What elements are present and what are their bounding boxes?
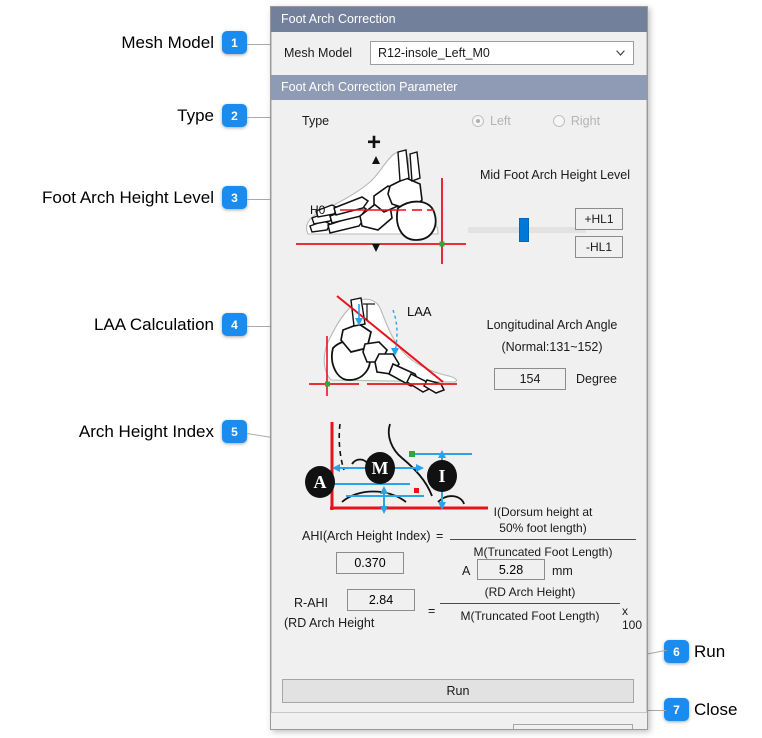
mesh-model-combobox[interactable]: R12-insole_Left_M0: [370, 41, 634, 65]
parameter-group-title: Foot Arch Correction Parameter: [281, 80, 458, 94]
dialog-footer: Close: [271, 713, 647, 729]
rahi-fraction-bar: [440, 603, 620, 604]
rahi-equals-sign: =: [428, 604, 436, 618]
type-label: Type: [302, 114, 330, 128]
arch-height-index-section: A M I AHI(Arch Height Index) = 0.370 I(D…: [272, 416, 646, 666]
rahi-multiplier: x 100: [622, 604, 643, 632]
ahi-numerator-line1: I(Dorsum height at: [493, 505, 593, 519]
callout-badge-6: 6: [664, 640, 689, 663]
callout-label-1: Mesh Model: [121, 33, 214, 52]
callout-badge-1: 1: [222, 31, 247, 54]
svg-text:_: _: [366, 247, 381, 270]
mesh-model-row: Mesh Model R12-insole_Left_M0: [271, 32, 647, 75]
type-row: Type Left Right: [272, 100, 646, 134]
callout-badge-4: 4: [222, 313, 247, 336]
rahi-value-field[interactable]: 2.84: [347, 589, 415, 611]
callout-label-3: Foot Arch Height Level: [42, 188, 214, 207]
run-button[interactable]: Run: [282, 679, 634, 703]
slider-handle[interactable]: [519, 218, 529, 242]
arch-height-index-figure: A M I: [305, 422, 488, 514]
radio-right[interactable]: Right: [552, 114, 601, 128]
svg-text:H0: H0: [310, 203, 326, 217]
radio-right-label: Right: [570, 114, 601, 128]
rahi-a-unit: mm: [552, 564, 573, 578]
increase-hl-button[interactable]: +HL1: [575, 208, 623, 230]
ahi-fraction: I(Dorsum height at 50% foot length) M(Tr…: [450, 504, 636, 560]
ahi-label: AHI(Arch Height Index): [302, 529, 431, 543]
mid-foot-arch-height-slider[interactable]: [468, 218, 586, 242]
callout-label-7: Close: [694, 700, 738, 719]
foot-skeleton-height-figure: H0 + _: [296, 130, 466, 270]
svg-text:+: +: [367, 130, 381, 156]
foot-arch-height-section: H0 + _ Mid Foot Arch Height Level +HL1 -…: [272, 130, 646, 286]
laa-title-block: Longitudinal Arch Angle (Normal:131~152): [462, 314, 642, 358]
rahi-numerator: (RD Arch Height): [484, 585, 576, 599]
radio-left[interactable]: Left: [472, 114, 511, 128]
mesh-model-value: R12-insole_Left_M0: [378, 46, 490, 60]
screenshot-root: Mesh Model 1 Type 2 Foot Arch Height Lev…: [0, 0, 762, 738]
svg-text:I: I: [438, 466, 445, 486]
callout-badge-3: 3: [222, 186, 247, 209]
callout-label-5: Arch Height Index: [78, 422, 214, 441]
ahi-denominator: M(Truncated Foot Length): [473, 545, 613, 559]
ahi-value-field[interactable]: 0.370: [336, 552, 404, 574]
callout-label-2: Type: [177, 106, 214, 125]
svg-text:LAA: LAA: [407, 304, 432, 319]
radio-left-label: Left: [490, 114, 511, 128]
ahi-equals-sign: =: [436, 529, 444, 543]
laa-degree-field[interactable]: 154: [494, 368, 566, 390]
svg-text:M: M: [372, 458, 389, 478]
dialog-title-bar: Foot Arch Correction: [271, 7, 647, 32]
laa-normal-range: (Normal:131~152): [501, 340, 603, 354]
callout-label-6: Run: [694, 642, 726, 661]
mesh-model-label: Mesh Model: [284, 46, 353, 60]
rahi-sub-label: (RD Arch Height: [284, 616, 375, 630]
close-button[interactable]: Close: [513, 724, 633, 729]
mid-foot-arch-height-level-title: Mid Foot Arch Height Level: [479, 168, 631, 182]
dialog-title: Foot Arch Correction: [281, 12, 396, 26]
laa-degree-unit: Degree: [576, 372, 617, 386]
laa-title: Longitudinal Arch Angle: [486, 318, 618, 332]
parameter-group-header: Foot Arch Correction Parameter: [271, 75, 647, 100]
radio-right-icon: [552, 115, 565, 127]
ahi-numerator-line2: 50% foot length): [499, 521, 587, 535]
rahi-a-label: A: [462, 564, 471, 578]
rahi-denominator: M(Truncated Foot Length): [460, 609, 600, 623]
foot-skeleton-laa-figure: LAA: [309, 295, 458, 396]
callout-badge-2: 2: [222, 104, 247, 127]
laa-calculation-section: LAA Longitudinal Arch Angle (Normal:131~…: [272, 286, 646, 416]
ahi-fraction-bar: [450, 539, 636, 540]
rahi-label: R-AHI: [294, 596, 329, 610]
rahi-fraction: (RD Arch Height) M(Truncated Foot Length…: [440, 584, 620, 624]
parameter-panel: Type Left Right H0 + _ Mid Foot Arch Hei…: [271, 100, 647, 713]
callout-badge-7: 7: [664, 698, 689, 721]
decrease-hl-button[interactable]: -HL1: [575, 236, 623, 258]
callout-badge-5: 5: [222, 420, 247, 443]
callout-label-4: LAA Calculation: [93, 315, 214, 334]
chevron-down-icon: [616, 50, 625, 56]
radio-left-icon: [472, 115, 484, 127]
rahi-a-value-field[interactable]: 5.28: [477, 559, 545, 580]
svg-text:A: A: [314, 472, 327, 492]
foot-arch-correction-dialog: Foot Arch Correction Mesh Model R12-inso…: [270, 6, 648, 730]
